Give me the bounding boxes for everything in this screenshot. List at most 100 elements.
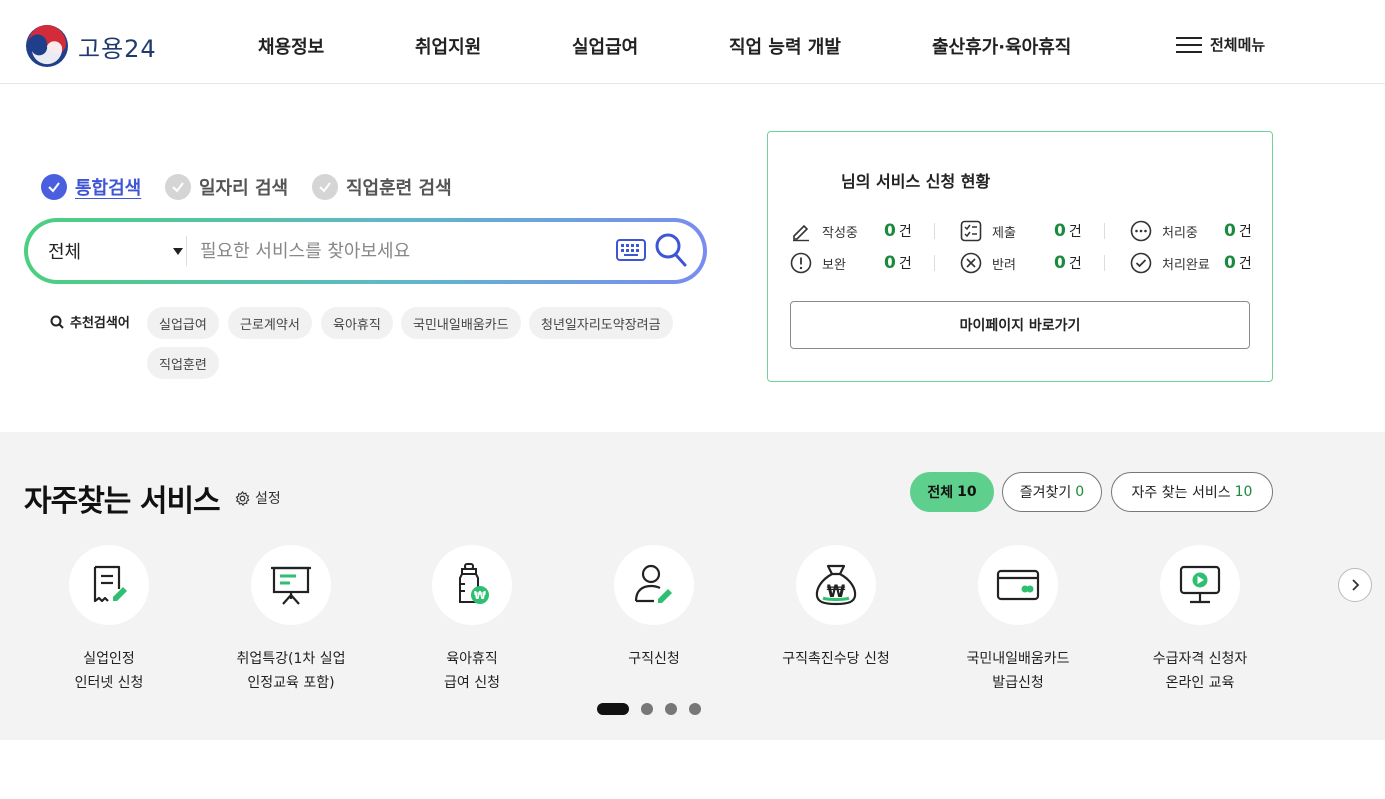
site-logo[interactable]: 고용24 [26,25,157,67]
service-item-parental-leave-benefit[interactable]: ₩ 육아휴직 급여 신청 [392,545,552,695]
divider [934,255,935,271]
filter-label: 즐겨찾기 [1019,485,1072,501]
recommend-keywords-title: 추천검색어 [50,312,130,331]
service-item-learning-card[interactable]: 국민내일배움카드 발급신청 [938,545,1098,695]
status-count: 0 [1054,253,1066,273]
service-label-line: 국민내일배움카드 [966,651,1070,667]
status-item-rejected[interactable]: 반려 0 건 [960,251,1082,275]
filter-count: 10 [1234,484,1253,500]
search-scope-select[interactable]: 전체 [48,222,183,280]
service-item-job-promotion-allowance[interactable]: ₩ 구직촉진수당 신청 [756,545,916,671]
all-menu-label: 전체메뉴 [1210,36,1266,54]
service-label-line: 구직촉진수당 신청 [782,651,890,667]
service-icon-circle [614,545,694,625]
status-label: 제출 [992,225,1016,241]
keyword-chip[interactable]: 육아휴직 [321,307,393,339]
service-item-employment-lecture[interactable]: 취업특강(1차 실업 인정교육 포함) [211,545,371,695]
status-unit: 건 [1238,224,1252,240]
status-item-supplement[interactable]: 보완 0 건 [790,251,912,275]
status-label: 처리중 [1162,225,1198,241]
search-icon[interactable] [654,232,688,268]
carousel-next-button[interactable] [1338,568,1372,602]
service-label: 실업인정 인터넷 신청 [29,647,189,695]
service-item-unemployment-recognition[interactable]: 실업인정 인터넷 신청 [29,545,189,695]
reject-icon [960,252,982,274]
status-item-processing[interactable]: 처리중 0 건 [1130,219,1252,243]
nav-item-parental-leave[interactable]: 출산휴가·육아휴직 [932,33,1071,59]
keyword-chip[interactable]: 직업훈련 [147,347,219,379]
mypage-button[interactable]: 마이페이지 바로가기 [790,301,1250,349]
check-circle-icon [41,174,67,200]
person-edit-icon [634,564,672,603]
alert-icon [790,252,812,274]
status-label: 반려 [992,257,1016,273]
keyword-chip[interactable]: 국민내일배움카드 [401,307,521,339]
pagination-dot-4[interactable] [689,703,701,715]
service-item-job-application[interactable]: 구직신청 [574,545,734,671]
filter-count: 10 [957,484,977,500]
check-circle-icon [165,174,191,200]
service-label-line: 실업인정 [83,651,135,667]
service-icon-circle [1160,545,1240,625]
tab-job-search[interactable]: 일자리 검색 [165,174,288,200]
status-item-draft[interactable]: 작성중 0 건 [790,219,912,243]
status-count: 0 [884,221,896,241]
service-label: 육아휴직 급여 신청 [392,647,552,695]
tab-integrated-search[interactable]: 통합검색 [41,174,141,200]
hamburger-icon [1176,35,1202,55]
filter-favorites-button[interactable]: 즐겨찾기 0 [1002,472,1102,512]
search-box-inner: 전체 [28,222,703,280]
pencil-icon [793,224,809,242]
keyboard-icon[interactable] [616,239,646,261]
nav-item-jobs[interactable]: 채용정보 [258,33,324,59]
service-label: 구직신청 [574,647,734,671]
nav-item-skills-development[interactable]: 직업 능력 개발 [729,33,841,59]
service-icon-circle: ₩ [432,545,512,625]
presentation-board-icon [271,566,311,605]
service-label-line: 수급자격 신청자 [1152,651,1248,667]
service-label-line: 급여 신청 [444,675,500,691]
status-item-completed[interactable]: 처리완료 0 건 [1130,251,1252,275]
status-card-title: 님의 서비스 신청 현황 [841,172,991,191]
svg-text:₩: ₩ [474,589,486,602]
service-icon-circle [251,545,331,625]
service-label-line: 인정교육 포함) [247,675,335,691]
tab-label: 일자리 검색 [199,178,289,199]
service-status-card: 님의 서비스 신청 현황 작성중 0 건 제출 0 건 처리중 0 건 보완 0… [767,131,1273,382]
nav-item-employment-support[interactable]: 취업지원 [415,33,481,59]
all-menu-button[interactable]: 전체메뉴 [1176,34,1265,55]
service-label: 취업특강(1차 실업 인정교육 포함) [211,647,371,695]
service-label-line: 취업특강(1차 실업 [236,651,346,667]
status-item-submitted[interactable]: 제출 0 건 [960,219,1082,243]
service-label-line: 인터넷 신청 [74,675,144,691]
tab-label: 통합검색 [75,178,142,199]
card-icon [996,569,1040,601]
keyword-chip[interactable]: 실업급여 [147,307,219,339]
filter-all-button[interactable]: 전체 10 [910,472,994,512]
filter-label: 전체 [927,485,954,501]
keyword-chip[interactable]: 근로계약서 [228,307,312,339]
caret-down-icon [173,247,183,255]
tab-training-search[interactable]: 직업훈련 검색 [312,174,452,200]
checklist-icon [960,220,982,242]
service-label-line: 구직신청 [628,651,680,667]
service-label-line: 온라인 교육 [1165,675,1235,691]
keyword-chip[interactable]: 청년일자리도약장려금 [529,307,673,339]
service-icon-circle [978,545,1058,625]
pagination-dot-1[interactable] [597,703,629,715]
section-title: 자주찾는 서비스 [24,484,221,519]
filter-frequent-button[interactable]: 자주 찾는 서비스 10 [1111,472,1273,512]
service-label: 구직촉진수당 신청 [756,647,916,671]
search-input[interactable] [200,234,600,268]
status-unit: 건 [1238,256,1252,272]
gear-icon [235,490,250,506]
service-item-online-education[interactable]: 수급자격 신청자 온라인 교육 [1120,545,1280,695]
pagination-dot-2[interactable] [641,703,653,715]
status-count: 0 [1054,221,1066,241]
pagination-dot-3[interactable] [665,703,677,715]
chevron-right-icon [1352,579,1360,591]
status-unit: 건 [1068,256,1082,272]
service-label: 수급자격 신청자 온라인 교육 [1120,647,1280,695]
settings-button[interactable]: 설정 [235,488,281,508]
nav-item-unemployment-benefit[interactable]: 실업급여 [572,33,638,59]
